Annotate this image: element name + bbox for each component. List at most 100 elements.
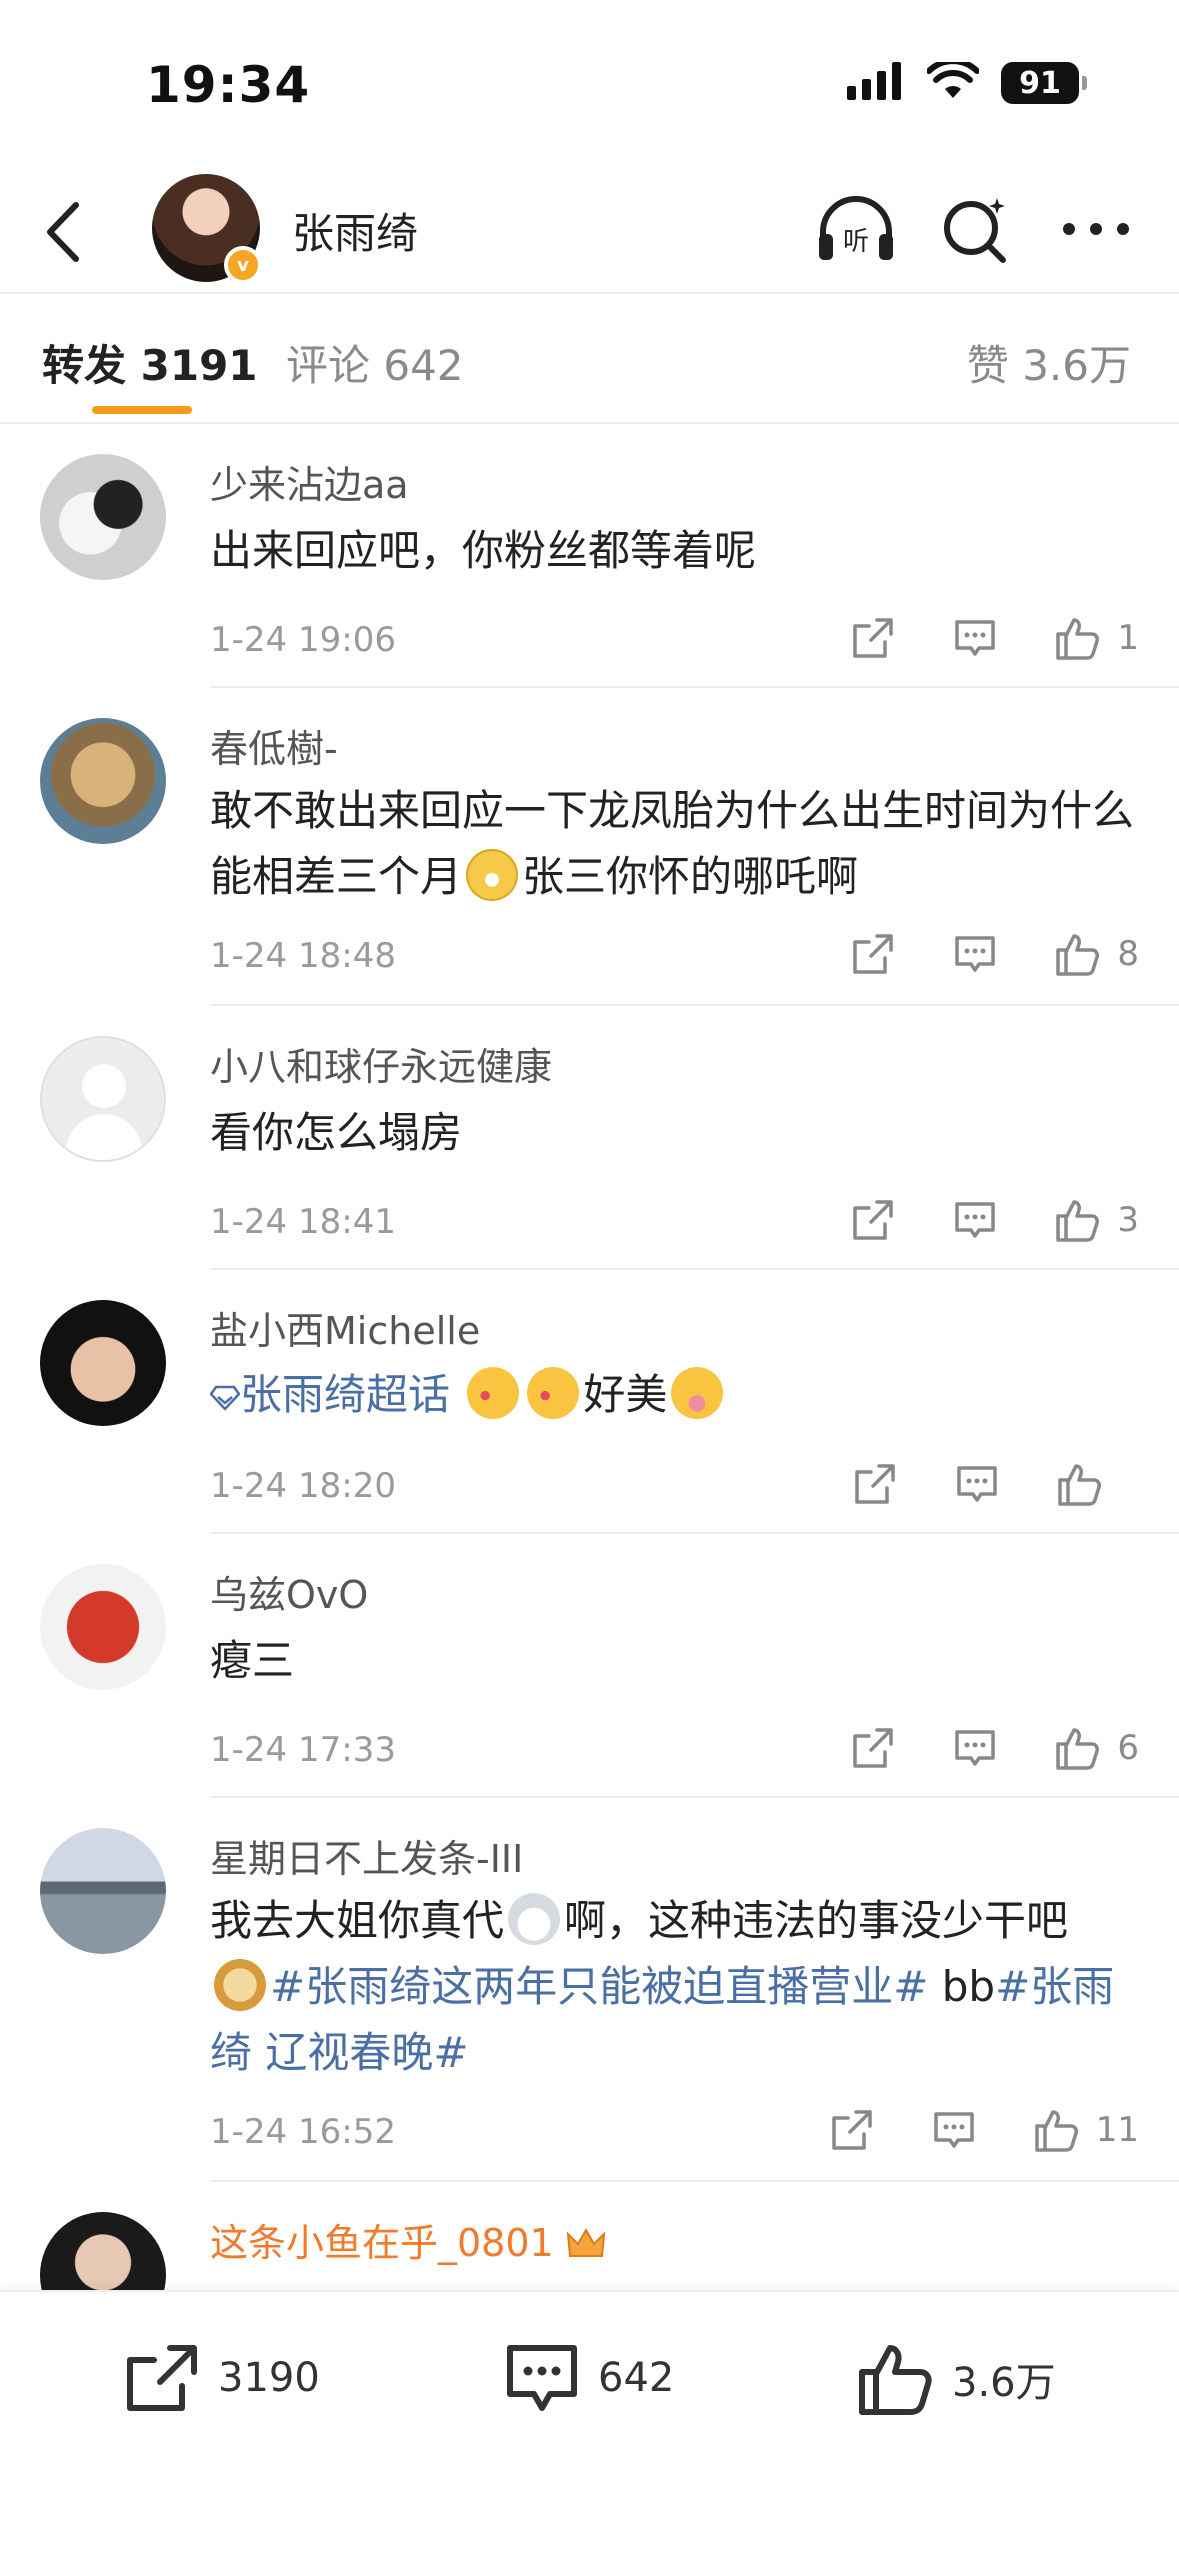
share-icon	[855, 1464, 895, 1504]
list-item[interactable]: 少来沾边aa 出来回应吧，你粉丝都等着呢 1-24 19:06 1	[0, 424, 1179, 688]
search-button[interactable]	[933, 186, 1019, 272]
like-count: 8	[1117, 934, 1139, 974]
comment-button[interactable]	[947, 926, 1003, 982]
like-count: 1	[1117, 618, 1139, 658]
list-item[interactable]: 小八和球仔永远健康 看你怎么塌房 1-24 18:41 3	[0, 1006, 1179, 1270]
wifi-icon	[926, 58, 980, 104]
comment-icon	[955, 936, 996, 972]
like-count: 11	[1095, 2110, 1139, 2150]
tab-bar: 转发 3191 评论 642 赞 3.6万	[0, 296, 1179, 420]
avatar[interactable]	[40, 718, 166, 844]
search-icon	[944, 198, 1006, 263]
like-button[interactable]	[1028, 2102, 1084, 2158]
share-icon	[853, 934, 894, 974]
thumbs-up-icon	[1034, 2110, 1078, 2152]
comment-button[interactable]	[949, 1456, 1005, 1512]
battery-indicator: 91	[1001, 62, 1087, 104]
kiss-emoji-icon	[467, 1367, 520, 1419]
avatar[interactable]	[40, 1564, 166, 1690]
like-button[interactable]	[1049, 926, 1105, 982]
tab-repost[interactable]: 转发 3191	[42, 332, 258, 393]
item-actions: 1	[799, 610, 1139, 666]
verified-badge-icon: v	[224, 246, 262, 284]
share-button[interactable]	[847, 1456, 903, 1512]
comment-icon	[507, 2345, 577, 2411]
signal-icon	[847, 62, 905, 104]
cloud-emoji-icon	[508, 1893, 561, 1945]
super-topic-link[interactable]: 张雨绮超话	[210, 1370, 450, 1419]
username[interactable]: 这条小鱼在乎_0801	[210, 2212, 606, 2267]
item-actions: 6	[799, 1720, 1139, 1776]
share-button[interactable]	[845, 1720, 901, 1776]
avatar[interactable]	[40, 454, 166, 580]
back-button[interactable]	[26, 194, 102, 270]
doge-emoji-icon	[214, 1959, 266, 2011]
comment-text: 敢不敢出来回应一下龙凤胎为什么出生时间为什么能相差三个月 张三你怀的哪吒啊	[210, 778, 1140, 910]
avatar[interactable]	[40, 1828, 166, 1954]
item-actions: 11	[778, 2102, 1139, 2158]
comment-icon	[957, 1466, 997, 1502]
svg-text:听: 听	[843, 227, 869, 257]
repost-list: 少来沾边aa 出来回应吧，你粉丝都等着呢 1-24 19:06 1 春低樹- 敢…	[0, 424, 1179, 2290]
timestamp: 1-24 18:41	[210, 1202, 396, 1242]
comment-button[interactable]	[947, 610, 1003, 666]
username[interactable]: 乌兹OvO	[210, 1564, 368, 1619]
share-button[interactable]	[845, 1192, 901, 1248]
like-count: 6	[1117, 1728, 1139, 1768]
comment-text-part: bb	[928, 1962, 996, 2011]
username[interactable]: 小八和球仔永远健康	[210, 1036, 552, 1091]
list-item[interactable]: 乌兹OvO 瘪三 1-24 17:33 6	[0, 1534, 1179, 1798]
timestamp: 1-24 18:20	[210, 1466, 396, 1506]
timestamp: 1-24 17:33	[210, 1730, 396, 1770]
share-button[interactable]	[845, 926, 901, 982]
repost-button[interactable]: 3190	[124, 2342, 320, 2414]
header-name[interactable]: 张雨绮	[292, 200, 418, 261]
home-indicator	[0, 2536, 1179, 2556]
thumbs-up-icon	[1056, 934, 1100, 976]
comment-count: 642	[598, 2355, 675, 2401]
crown-badge-icon	[566, 2226, 606, 2262]
username[interactable]: 春低樹-	[210, 718, 338, 773]
timestamp: 1-24 19:06	[210, 620, 396, 660]
tab-comment[interactable]: 评论 642	[286, 332, 464, 393]
like-button[interactable]	[1049, 1192, 1105, 1248]
username[interactable]: 少来沾边aa	[210, 454, 409, 509]
avatar[interactable]	[40, 1036, 166, 1162]
like-count: 3.6万	[952, 2360, 1056, 2406]
comment-icon	[955, 620, 996, 656]
list-item[interactable]: 盐小西Michelle 张雨绮超话 好美 1-24 18:20	[0, 1270, 1179, 1534]
list-item[interactable]: 春低樹- 敢不敢出来回应一下龙凤胎为什么出生时间为什么能相差三个月 张三你怀的哪吒…	[0, 688, 1179, 1006]
username[interactable]: 星期日不上发条-III	[210, 1828, 523, 1883]
listen-button[interactable]: 听	[813, 186, 899, 272]
like-button[interactable]	[1051, 1456, 1107, 1512]
headphones-icon: 听	[819, 196, 893, 260]
item-actions: 8	[799, 926, 1139, 982]
item-actions: 3	[799, 1192, 1139, 1248]
comment-button[interactable]	[947, 1192, 1003, 1248]
kiss-emoji-icon	[527, 1367, 580, 1419]
thumbs-up-icon	[1056, 1728, 1100, 1770]
comment-button[interactable]: 642	[504, 2342, 674, 2414]
bottom-action-bar: 3190 642 3.6万	[0, 2290, 1179, 2556]
comment-button[interactable]	[947, 1720, 1003, 1776]
username[interactable]: 盐小西Michelle	[210, 1300, 480, 1355]
share-button[interactable]	[845, 610, 901, 666]
like-button[interactable]	[1049, 1720, 1105, 1776]
list-item[interactable]: 星期日不上发条-III 我去大姐你真代 啊，这种违法的事没少干吧 #张雨绮这两年只能…	[0, 1798, 1179, 2182]
avatar[interactable]	[40, 1300, 166, 1426]
comment-text: 瘪三	[210, 1636, 295, 1685]
list-item[interactable]: 这条小鱼在乎_0801	[0, 2182, 1179, 2290]
share-button[interactable]	[824, 2102, 880, 2158]
header-actions: 听	[813, 186, 1139, 272]
header: v 张雨绮 听	[0, 170, 1179, 290]
more-button[interactable]	[1053, 186, 1139, 272]
like-button[interactable]: 3.6万	[856, 2342, 1056, 2416]
tab-indicator	[92, 406, 192, 414]
like-button[interactable]	[1049, 610, 1105, 666]
repost-count: 3190	[218, 2355, 320, 2401]
tab-like[interactable]: 赞 3.6万	[967, 332, 1131, 393]
comment-text-part: 我去大姐你真代	[210, 1896, 505, 1945]
comment-button[interactable]	[926, 2102, 982, 2158]
hashtag-link[interactable]: #张雨绮这两年只能被迫直播营业#	[270, 1962, 928, 2011]
avatar[interactable]	[40, 2212, 166, 2290]
